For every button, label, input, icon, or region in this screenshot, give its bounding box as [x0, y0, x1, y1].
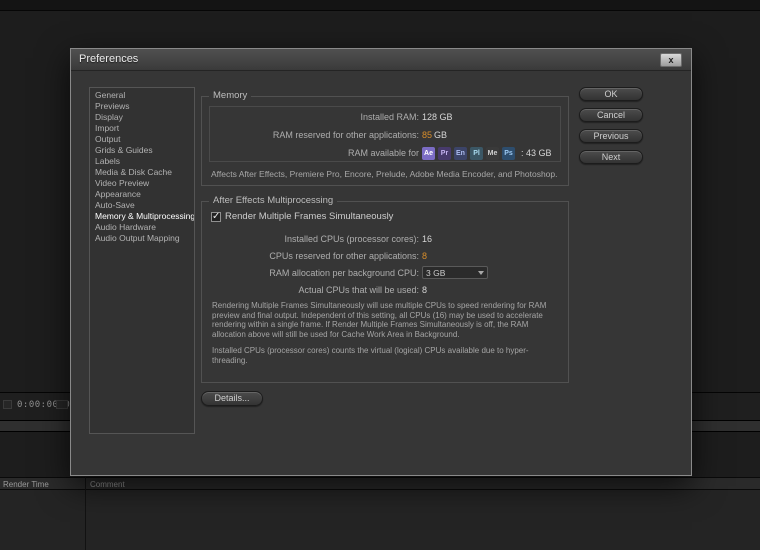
multiprocessing-section: After Effects Multiprocessing Render Mul…: [201, 201, 569, 383]
sidebar-item-media-disk-cache[interactable]: Media & Disk Cache: [90, 167, 194, 178]
actual-cpus-row: Actual CPUs that will be used: 8: [202, 281, 568, 298]
actual-cpus-label: Actual CPUs that will be used:: [202, 285, 422, 295]
ram-available-value: : 43 GB: [521, 148, 552, 158]
dialog-title: Preferences: [79, 53, 138, 65]
cpus-reserved-row: CPUs reserved for other applications: 8: [202, 247, 568, 264]
ram-available-label: RAM available for: [210, 148, 422, 158]
render-queue-header: Render Time Comment: [0, 477, 760, 490]
sidebar-item-previews[interactable]: Previews: [90, 101, 194, 112]
ram-reserved-label: RAM reserved for other applications:: [210, 130, 422, 140]
ram-reserved-row: RAM reserved for other applications: 85 …: [210, 126, 560, 144]
premiere-pro-icon: Pr: [438, 147, 451, 160]
cpus-reserved-value[interactable]: 8: [422, 251, 427, 261]
sidebar-item-labels[interactable]: Labels: [90, 156, 194, 167]
sidebar-item-auto-save[interactable]: Auto-Save: [90, 200, 194, 211]
column-render-time: Render Time: [3, 480, 49, 489]
previous-button[interactable]: Previous: [579, 129, 643, 143]
preferences-dialog: Preferences x General Previews Display I…: [70, 48, 692, 476]
render-multiple-frames-row: Render Multiple Frames Simultaneously: [211, 211, 393, 222]
sidebar-item-audio-hardware[interactable]: Audio Hardware: [90, 222, 194, 233]
sidebar-item-video-preview[interactable]: Video Preview: [90, 178, 194, 189]
ram-reserved-value[interactable]: 85: [422, 130, 432, 140]
prelude-icon: Pl: [470, 147, 483, 160]
cpus-reserved-label: CPUs reserved for other applications:: [202, 251, 422, 261]
ok-button[interactable]: OK: [579, 87, 643, 101]
render-multiple-frames-checkbox[interactable]: [211, 212, 221, 222]
actual-cpus-value: 8: [422, 285, 427, 295]
ram-per-cpu-selected: 3 GB: [426, 268, 445, 278]
cancel-button[interactable]: Cancel: [579, 108, 643, 122]
installed-ram-label: Installed RAM:: [210, 112, 422, 122]
panel-grip-icon: [3, 400, 12, 409]
installed-ram-row: Installed RAM: 128 GB: [210, 108, 560, 126]
installed-ram-value: 128 GB: [422, 112, 453, 122]
close-button[interactable]: x: [660, 53, 682, 67]
sidebar-item-appearance[interactable]: Appearance: [90, 189, 194, 200]
render-multiple-frames-label: Render Multiple Frames Simultaneously: [225, 211, 393, 222]
sidebar-item-import[interactable]: Import: [90, 123, 194, 134]
dialog-titlebar[interactable]: Preferences x: [71, 49, 691, 71]
app-screen: 0:00:00:00 Render Time Comment Preferenc…: [0, 0, 760, 550]
encore-icon: En: [454, 147, 467, 160]
column-divider: [85, 477, 86, 550]
sidebar-item-grids-guides[interactable]: Grids & Guides: [90, 145, 194, 156]
multiprocessing-note-secondary: Installed CPUs (processor cores) counts …: [212, 346, 556, 365]
ram-reserved-unit: GB: [434, 130, 447, 140]
photoshop-icon: Ps: [502, 147, 515, 160]
sidebar-item-display[interactable]: Display: [90, 112, 194, 123]
next-button[interactable]: Next: [579, 150, 643, 164]
preferences-category-list: General Previews Display Import Output G…: [89, 87, 195, 434]
column-comment: Comment: [90, 480, 125, 489]
multiprocessing-section-title: After Effects Multiprocessing: [209, 195, 337, 206]
chevron-down-icon: [478, 271, 484, 275]
ram-per-cpu-label: RAM allocation per background CPU:: [202, 268, 422, 278]
app-icon-strip: Ae Pr En Pl Me Ps: [422, 147, 518, 160]
sidebar-item-output[interactable]: Output: [90, 134, 194, 145]
installed-cpus-label: Installed CPUs (processor cores):: [202, 234, 422, 244]
app-top-strip: [0, 0, 760, 11]
memory-section: Memory Installed RAM: 128 GB RAM reserve…: [201, 96, 569, 186]
details-button[interactable]: Details...: [201, 391, 263, 406]
sidebar-item-memory-multiprocessing[interactable]: Memory & Multiprocessing: [90, 211, 194, 222]
memory-affects-note: Affects After Effects, Premiere Pro, Enc…: [211, 169, 560, 179]
memory-values-box: Installed RAM: 128 GB RAM reserved for o…: [209, 106, 561, 162]
sidebar-item-audio-output-mapping[interactable]: Audio Output Mapping: [90, 233, 194, 244]
multiprocessing-note-primary: Rendering Multiple Frames Simultaneously…: [212, 301, 556, 339]
sidebar-item-general[interactable]: General: [90, 90, 194, 101]
ram-per-cpu-dropdown[interactable]: 3 GB: [422, 266, 488, 279]
media-encoder-icon: Me: [486, 147, 499, 160]
ram-available-row: RAM available for Ae Pr En Pl Me Ps : 43…: [210, 144, 560, 162]
memory-section-title: Memory: [209, 90, 251, 101]
multiprocessing-values: Installed CPUs (processor cores): 16 CPU…: [202, 230, 568, 298]
render-queue-body: [0, 490, 760, 550]
timeline-tool-icon[interactable]: [56, 400, 68, 409]
installed-cpus-value: 16: [422, 234, 432, 244]
ram-per-cpu-row: RAM allocation per background CPU: 3 GB: [202, 264, 568, 281]
installed-cpus-row: Installed CPUs (processor cores): 16: [202, 230, 568, 247]
after-effects-icon: Ae: [422, 147, 435, 160]
